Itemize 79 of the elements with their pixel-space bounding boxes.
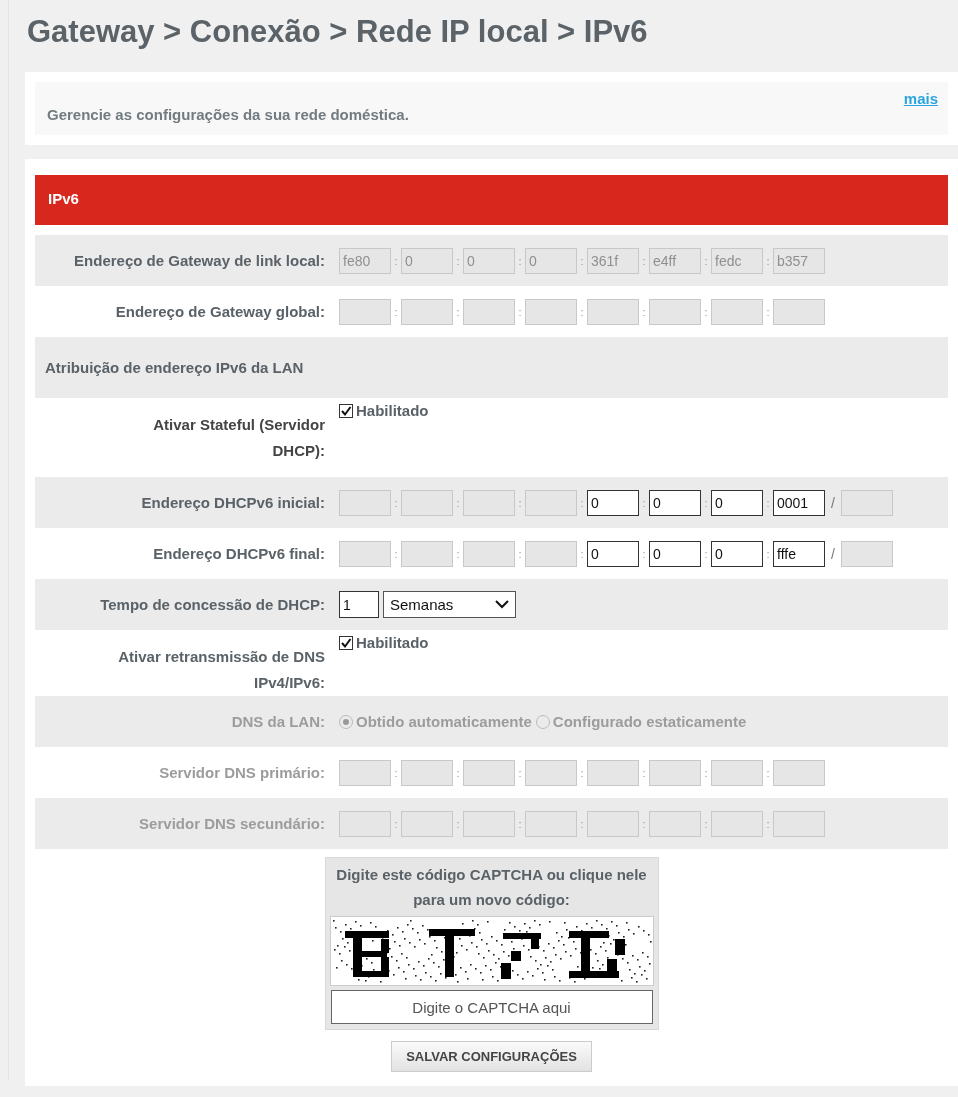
address-field[interactable]: 0001 <box>773 489 825 516</box>
section-heading: Atribuição de endereço IPv6 da LAN <box>44 359 304 376</box>
separator-text: : <box>703 496 709 509</box>
field-label: Ativar Stateful (Servidor DHCP): <box>152 415 325 461</box>
separator-text: : <box>455 766 461 779</box>
separator-text: : <box>703 766 709 779</box>
unit-dropdown[interactable]: Semanas <box>383 591 516 618</box>
field-label: Ativar retransmissão de DNS IPv4/IPv6: <box>117 647 325 693</box>
separator-text: : <box>641 305 647 318</box>
description-text: Gerencie as configurações da sua rede doméstica. <box>47 106 409 123</box>
captcha-prompt: Digite este código CAPTCHA ou clique nele para um novo código: <box>335 865 648 910</box>
address-field[interactable]: 0 <box>711 540 763 567</box>
separator-text: / <box>830 494 836 511</box>
separator-text: : <box>517 547 523 560</box>
separator-text: : <box>765 254 771 267</box>
separator-text: : <box>517 496 523 509</box>
field-label: Endereço de Gateway global: <box>115 301 325 322</box>
caret-icon <box>495 600 509 609</box>
address-field[interactable]: 0 <box>711 489 763 516</box>
separator-text: : <box>641 547 647 560</box>
checkbox[interactable] <box>339 635 353 650</box>
separator-text: : <box>517 766 523 779</box>
separator-text: : <box>703 254 709 267</box>
save-button[interactable]: SALVAR CONFIGURAÇÕES <box>391 1041 592 1072</box>
separator-text: : <box>765 496 771 509</box>
separator-text: : <box>393 496 399 509</box>
field-label: DNS da LAN: <box>231 711 325 732</box>
address-field[interactable]: 0 <box>587 540 639 567</box>
separator-text: : <box>703 305 709 318</box>
separator-text: : <box>703 817 709 830</box>
separator-text: : <box>393 254 399 267</box>
separator-text: : <box>703 547 709 560</box>
separator-text: : <box>579 305 585 318</box>
radio-label: Configurado estaticamente <box>552 713 747 730</box>
address-field[interactable]: 0 <box>587 489 639 516</box>
field-label: Endereço de Gateway de link local: <box>74 250 325 271</box>
separator-text: : <box>455 817 461 830</box>
field-label: Servidor DNS secundário: <box>139 813 325 834</box>
separator-text: : <box>641 817 647 830</box>
field-label: Endereço DHCPv6 inicial: <box>141 492 325 513</box>
panel-header: IPv6 <box>35 175 948 225</box>
separator-text: : <box>455 254 461 267</box>
separator-text: : <box>765 766 771 779</box>
separator-text: : <box>765 305 771 318</box>
address-field[interactable]: 0 <box>649 489 701 516</box>
separator-text: : <box>579 496 585 509</box>
field-label: Endereço DHCPv6 final: <box>153 543 325 564</box>
separator-text: : <box>393 766 399 779</box>
separator-text: : <box>455 547 461 560</box>
separator-text: / <box>830 545 836 562</box>
address-field[interactable]: fffe <box>773 540 825 567</box>
checkbox-label: Habilitado <box>356 402 429 419</box>
separator-text: : <box>579 547 585 560</box>
field-label: Tempo de concessão de DHCP: <box>100 594 325 615</box>
separator-text: : <box>517 305 523 318</box>
separator-text: : <box>641 766 647 779</box>
address-field[interactable]: 0 <box>649 540 701 567</box>
separator-text: : <box>641 496 647 509</box>
separator-text: : <box>579 254 585 267</box>
separator-text: : <box>455 496 461 509</box>
checkbox[interactable] <box>339 403 353 418</box>
separator-text: : <box>393 547 399 560</box>
separator-text: : <box>517 817 523 830</box>
page-title: Gateway > Conexão > Rede IP local > IPv6 <box>27 14 649 50</box>
lease-time-field[interactable]: 1 <box>339 591 379 618</box>
separator-text: : <box>579 817 585 830</box>
separator-text: : <box>579 766 585 779</box>
radio-label: Obtido automaticamente <box>356 713 532 730</box>
separator-text: : <box>455 305 461 318</box>
separator-text: : <box>765 547 771 560</box>
separator-text: : <box>393 817 399 830</box>
separator-text: : <box>765 817 771 830</box>
captcha-image[interactable] <box>329 916 654 986</box>
separator-text: : <box>393 305 399 318</box>
field-label: Servidor DNS primário: <box>159 762 325 783</box>
separator-text: : <box>517 254 523 267</box>
separator-text: : <box>641 254 647 267</box>
captcha-input-field[interactable]: Digite o CAPTCHA aqui <box>330 990 653 1024</box>
checkbox-label: Habilitado <box>356 634 429 651</box>
